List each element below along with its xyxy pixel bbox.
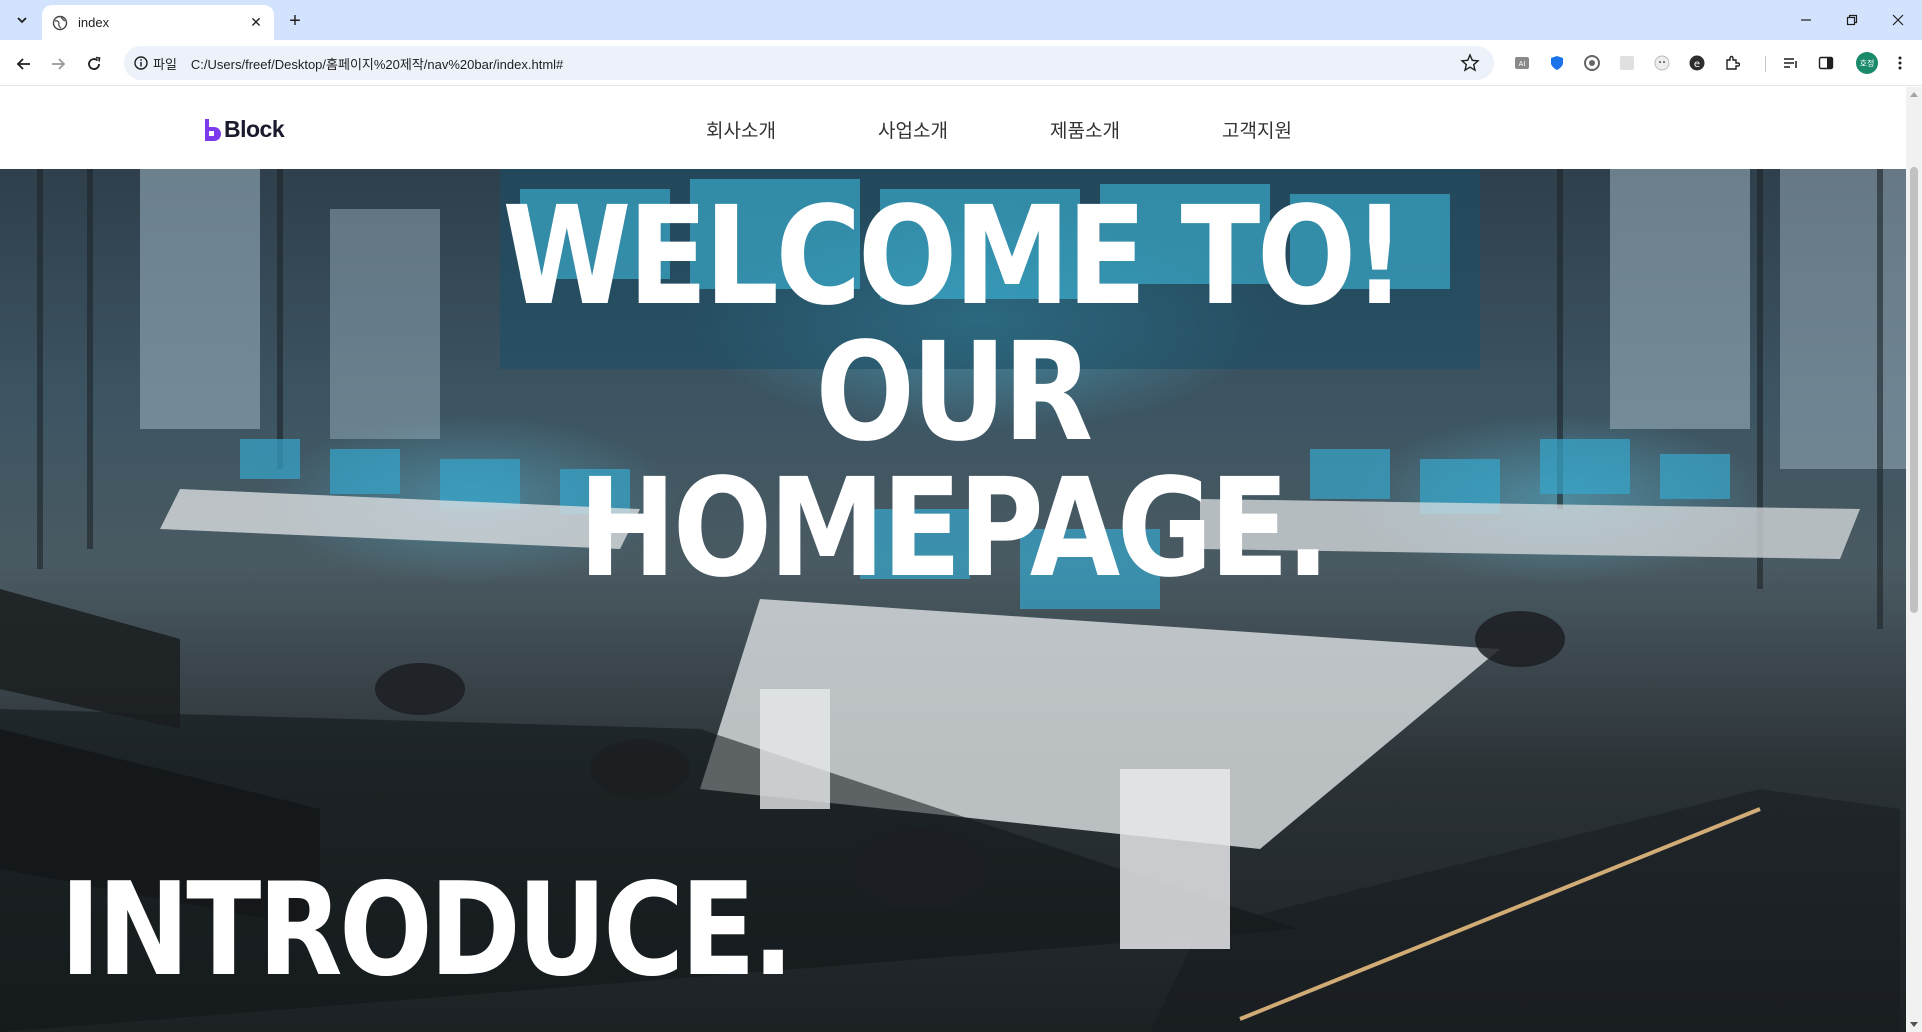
reload-button[interactable]	[80, 50, 108, 78]
chevron-down-icon	[17, 17, 27, 24]
site-info-label: 파일	[153, 56, 177, 72]
bookmark-star-icon[interactable]	[1460, 53, 1480, 73]
tab-strip: index ✕ +	[0, 0, 1922, 40]
tab-close-icon[interactable]: ✕	[248, 14, 264, 31]
close-window-button[interactable]	[1876, 0, 1920, 40]
introduce-heading: INTRODUCE.	[60, 856, 794, 1005]
logo-text: Block	[224, 116, 285, 142]
globe-icon	[52, 15, 68, 30]
info-icon	[134, 56, 148, 70]
new-tab-button[interactable]: +	[282, 8, 308, 34]
main-nav: 회사소개 사업소개 제품소개 고객지원	[706, 116, 1394, 143]
block-logo-icon	[205, 118, 221, 141]
minimize-icon	[1801, 19, 1811, 21]
nav-item-business[interactable]: 사업소개	[878, 116, 1050, 143]
svg-text:AI: AI	[1519, 60, 1526, 68]
extensions-puzzle-icon[interactable]	[1722, 53, 1742, 73]
tab-search-button[interactable]	[8, 7, 36, 33]
close-icon	[1892, 14, 1904, 26]
browser-tab[interactable]: index ✕	[42, 5, 274, 40]
scrollbar-thumb[interactable]	[1910, 167, 1918, 613]
media-controls-icon[interactable]	[1781, 53, 1801, 73]
restore-icon	[1846, 14, 1858, 26]
kebab-menu-icon[interactable]	[1890, 53, 1910, 73]
hero-headline-line-3: HOMEPAGE.	[578, 450, 1330, 608]
site-logo[interactable]: Block	[203, 116, 285, 143]
reload-icon	[88, 56, 101, 70]
extension-shield-icon[interactable]	[1547, 53, 1567, 73]
hero-headline-line-1: WELCOME TO!	[502, 178, 1406, 336]
side-panel-icon[interactable]	[1816, 53, 1836, 73]
url-text: C:/Users/freef/Desktop/홈페이지%20제작/nav%20b…	[190, 56, 564, 72]
tab-title: index	[78, 15, 110, 30]
forward-button[interactable]	[44, 50, 72, 78]
extension-ai-icon[interactable]: AI	[1512, 53, 1532, 73]
nav-item-support[interactable]: 고객지원	[1222, 116, 1394, 143]
nav-item-products[interactable]: 제품소개	[1050, 116, 1222, 143]
arrow-right-icon	[52, 58, 66, 70]
extension-e-icon[interactable]: e	[1687, 53, 1707, 73]
browser-toolbar: 파일 C:/Users/freef/Desktop/홈페이지%20제작/nav%…	[0, 40, 1922, 86]
address-bar[interactable]: 파일 C:/Users/freef/Desktop/홈페이지%20제작/nav%…	[124, 46, 1494, 80]
minimize-button[interactable]	[1784, 0, 1828, 40]
nav-item-company[interactable]: 회사소개	[706, 116, 878, 143]
back-button[interactable]	[10, 50, 38, 78]
hero-section: WELCOME TO! OUR HOMEPAGE. INTRODUCE.	[0, 169, 1906, 1032]
site-header: Block 회사소개 사업소개 제품소개 고객지원	[0, 87, 1906, 169]
page-scrollbar[interactable]	[1906, 87, 1922, 1032]
extension-face-icon[interactable]	[1652, 53, 1672, 73]
extension-circle-icon[interactable]	[1582, 53, 1602, 73]
arrow-left-icon	[16, 58, 30, 70]
svg-text:e: e	[1694, 59, 1700, 70]
hero-headline: WELCOME TO! OUR HOMEPAGE.	[133, 189, 1772, 597]
hero-headline-line-2: OUR	[815, 314, 1094, 472]
restore-button[interactable]	[1830, 0, 1874, 40]
toolbar-divider	[1765, 56, 1766, 72]
site-info-chip[interactable]: 파일	[134, 54, 187, 73]
scroll-down-arrow-icon[interactable]	[1910, 1022, 1918, 1027]
extension-square-icon[interactable]	[1617, 53, 1637, 73]
page-viewport: Block 회사소개 사업소개 제품소개 고객지원 WELCOME TO! OU…	[0, 87, 1922, 1032]
scroll-up-arrow-icon[interactable]	[1910, 92, 1918, 97]
profile-avatar[interactable]: 호정	[1856, 52, 1878, 74]
